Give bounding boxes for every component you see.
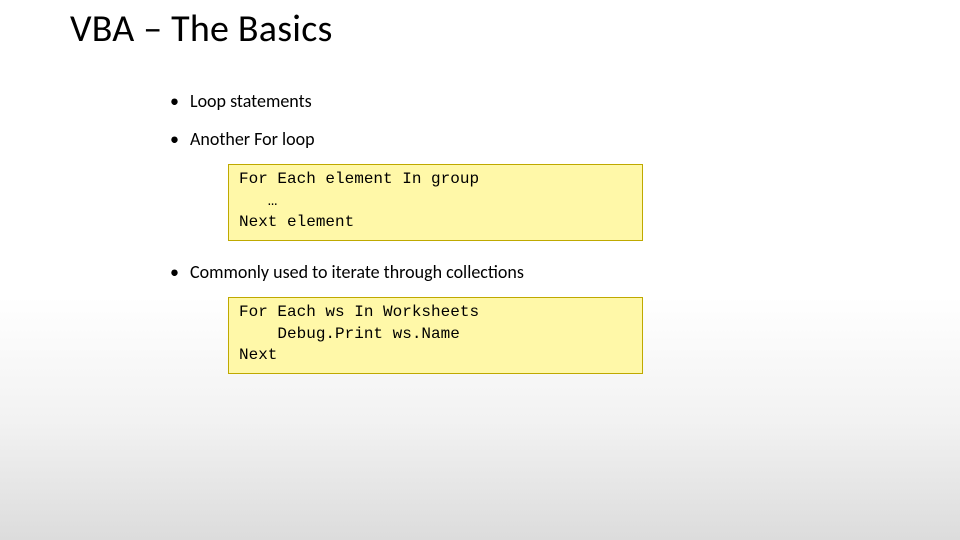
bullet-list: Loop statements Another For loop (168, 88, 888, 152)
bullet-item-1: Loop statements (168, 88, 888, 114)
slide-title: VBA – The Basics (70, 6, 333, 52)
code-block-1: For Each element In group … Next element (228, 164, 643, 241)
bullet-list-2: Commonly used to iterate through collect… (168, 259, 888, 285)
slide-content: Loop statements Another For loop For Eac… (168, 88, 888, 392)
bullet-item-2: Another For loop (168, 126, 888, 152)
code-block-2: For Each ws In Worksheets Debug.Print ws… (228, 297, 643, 374)
bullet-item-3: Commonly used to iterate through collect… (168, 259, 888, 285)
